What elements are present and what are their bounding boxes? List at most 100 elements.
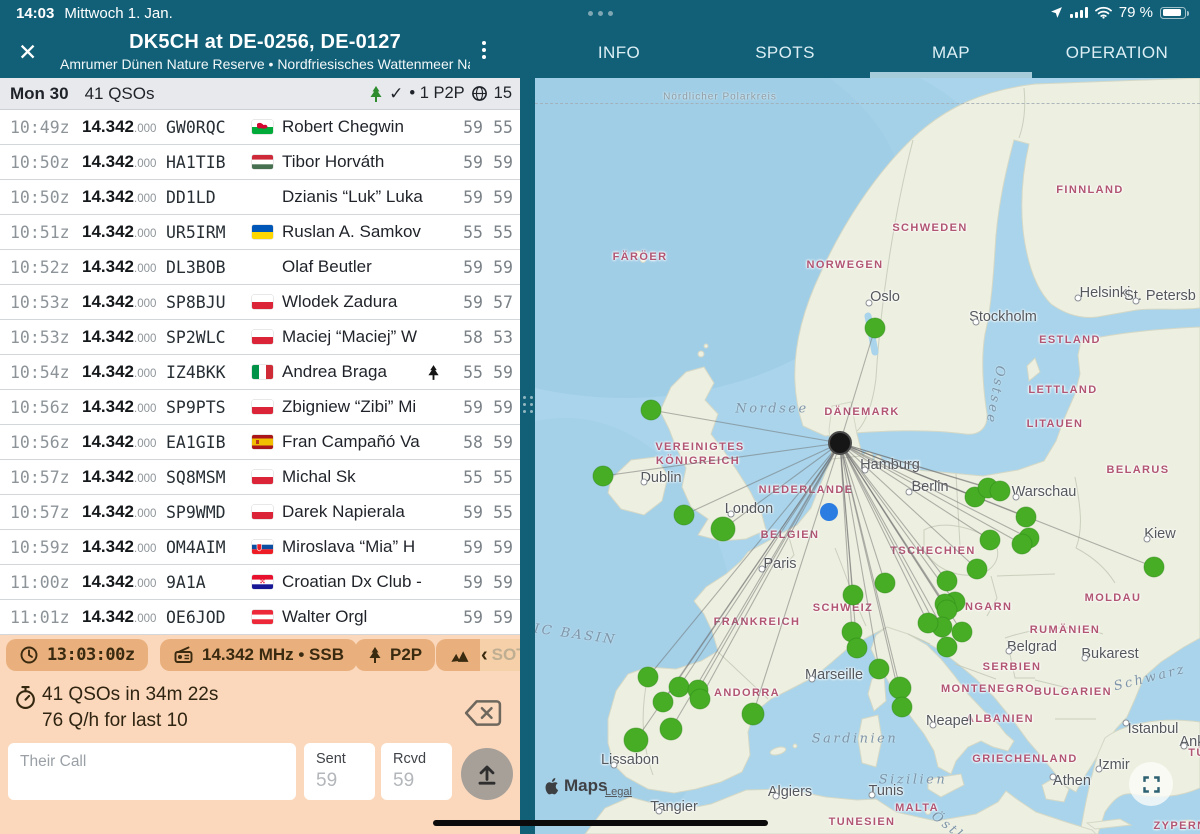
qso-rate-line1: 41 QSOs in 34m 22s: [42, 684, 218, 706]
qso-operator-name: Walter Orgl: [282, 607, 427, 627]
qso-callsign: SP2WLC: [166, 328, 252, 347]
qso-callsign: EA1GIB: [166, 433, 252, 452]
qso-callsign: OM4AIM: [166, 538, 252, 557]
log-qso-button[interactable]: [461, 748, 513, 800]
map-label-sea: Nordsee: [735, 402, 808, 417]
tab-info[interactable]: INFO: [536, 28, 702, 78]
city-marker-icon: [656, 808, 663, 815]
country-flag-icon: [252, 225, 282, 239]
log-p2p-summary: • 1 P2P: [409, 84, 464, 103]
country-flag-icon: [252, 575, 282, 589]
chip-label: 14.342 MHz • SSB: [202, 645, 344, 665]
their-call-field[interactable]: [8, 743, 296, 800]
log-row[interactable]: 11:01z14.342.000OE6JODWalter Orgl5959: [0, 600, 520, 635]
map-label-country: BELGIEN: [761, 529, 820, 541]
country-flag-icon: [252, 295, 282, 309]
log-row[interactable]: 10:50z14.342.000HA1TIBTibor Horváth5959: [0, 145, 520, 180]
fullscreen-button[interactable]: [1129, 762, 1173, 806]
log-row[interactable]: 10:56z14.342.000EA1GIBFran Campañó Va585…: [0, 425, 520, 460]
log-row[interactable]: 10:57z14.342.000SQ8MSMMichal Sk5555: [0, 460, 520, 495]
chip-mountain[interactable]: SOTA: [436, 639, 520, 671]
map-label-sea: Östli: [928, 809, 971, 834]
chip-radio[interactable]: 14.342 MHz • SSB: [160, 639, 357, 671]
rst-rcvd: 55: [483, 223, 513, 242]
rcvd-field[interactable]: Rcvd: [381, 743, 452, 800]
map-label-sea: Schwarz: [1112, 662, 1187, 694]
sent-input[interactable]: [316, 770, 375, 792]
their-call-input[interactable]: [20, 753, 284, 771]
log-row[interactable]: 10:51z14.342.000UR5IRMRuslan A. Samkov55…: [0, 215, 520, 250]
city-marker-icon: [1050, 774, 1057, 781]
kebab-menu-icon[interactable]: [482, 41, 486, 59]
map-label-city: Hamburg: [860, 457, 920, 473]
rst-sent: 55: [449, 223, 483, 242]
log-row[interactable]: 10:59z14.342.000OM4AIMMiroslava “Mia” H5…: [0, 530, 520, 565]
close-icon[interactable]: ✕: [18, 40, 37, 64]
apple-logo-icon: [545, 777, 560, 795]
log-row[interactable]: 10:57z14.342.000SP9WMDDarek Napierala595…: [0, 495, 520, 530]
log-row[interactable]: 10:53z14.342.000SP2WLCMaciej “Maciej” W5…: [0, 320, 520, 355]
log-row[interactable]: 10:52z14.342.000DL3BOBOlaf Beutler5959: [0, 250, 520, 285]
log-row[interactable]: 11:00z14.342.0009A1ACroatian Dx Club -59…: [0, 565, 520, 600]
country-flag-icon: [252, 330, 282, 344]
tab-spots[interactable]: SPOTS: [702, 28, 868, 78]
log-row[interactable]: 10:56z14.342.000SP9PTSZbigniew “Zibi” Mi…: [0, 390, 520, 425]
rst-sent: 59: [449, 538, 483, 557]
home-indicator[interactable]: [433, 820, 768, 826]
qso-time: 10:50z: [10, 188, 82, 207]
rcvd-input[interactable]: [393, 770, 452, 792]
legal-link[interactable]: Legal: [605, 786, 632, 798]
country-flag-icon: [252, 610, 282, 624]
log-row[interactable]: 10:50z14.342.000DD1LDDzianis “Luk” Luka5…: [0, 180, 520, 215]
qso-callsign: OE6JOD: [166, 608, 252, 627]
qso-time: 11:01z: [10, 608, 82, 627]
city-marker-icon: [973, 319, 980, 326]
map-view[interactable]: Nördlicher Polarkreis FÄRÖERNORWEGENSCHW…: [535, 78, 1200, 834]
map-label-city: Berlin: [911, 479, 948, 495]
map-label-country: MALTA: [895, 802, 939, 814]
qso-operator-name: Darek Napierala: [282, 502, 427, 522]
qso-time: 10:49z: [10, 118, 82, 137]
qso-callsign: IZ4BKK: [166, 363, 252, 382]
qso-frequency: 14.342.000: [82, 467, 166, 487]
rst-rcvd: 59: [483, 538, 513, 557]
stopwatch-icon: [14, 685, 37, 710]
polar-circle-label: Nördlicher Polarkreis: [663, 92, 777, 103]
country-flag-icon: [252, 505, 282, 519]
map-label-sea: Sardinien: [812, 732, 898, 747]
log-qso-count: 41 QSOs: [85, 84, 155, 104]
qso-time: 10:56z: [10, 433, 82, 452]
rst-rcvd: 59: [483, 363, 513, 382]
qso-operator-name: Michal Sk: [282, 467, 427, 487]
rst-rcvd: 59: [483, 573, 513, 592]
backspace-button[interactable]: [464, 698, 502, 728]
log-row[interactable]: 10:54z14.342.000IZ4BKKAndrea Braga5559: [0, 355, 520, 390]
city-marker-icon: [862, 467, 869, 474]
app-screen: 14:03 Mittwoch 1. Jan. 79 % ✕ DK5CH at D…: [0, 0, 1200, 834]
qso-operator-name: Maciej “Maciej” W: [282, 327, 427, 347]
pane-divider[interactable]: [520, 78, 535, 834]
qso-frequency: 14.342.000: [82, 152, 166, 172]
map-label-country: TSCHECHIEN: [890, 545, 976, 557]
chip-tree[interactable]: P2P: [355, 639, 435, 671]
log-row[interactable]: 10:53z14.342.000SP8BJUWlodek Zadura5957: [0, 285, 520, 320]
qso-operator-name: Robert Chegwin: [282, 117, 427, 137]
chip-label: 13:03:00z: [47, 645, 135, 665]
map-labels: Nördlicher Polarkreis FÄRÖERNORWEGENSCHW…: [535, 78, 1200, 834]
tab-operation[interactable]: OPERATION: [1034, 28, 1200, 78]
country-flag-icon: [252, 120, 282, 134]
qso-frequency: 14.342.000: [82, 327, 166, 347]
sent-field[interactable]: Sent: [304, 743, 375, 800]
chip-clock[interactable]: 13:03:00z: [6, 639, 148, 671]
tree-icon: [369, 86, 383, 102]
city-marker-icon: [1096, 766, 1103, 773]
tree-icon: [368, 647, 382, 663]
tab-map[interactable]: MAP: [868, 28, 1034, 78]
qso-frequency: 14.342.000: [82, 432, 166, 452]
city-marker-icon: [773, 793, 780, 800]
log-row[interactable]: 10:49z14.342.000GW0RQCRobert Chegwin5955: [0, 110, 520, 145]
rst-sent: 59: [449, 503, 483, 522]
qso-callsign: GW0RQC: [166, 118, 252, 137]
qso-callsign: DD1LD: [166, 188, 252, 207]
page-title: DK5CH at DE-0256, DE-0127: [60, 31, 470, 54]
